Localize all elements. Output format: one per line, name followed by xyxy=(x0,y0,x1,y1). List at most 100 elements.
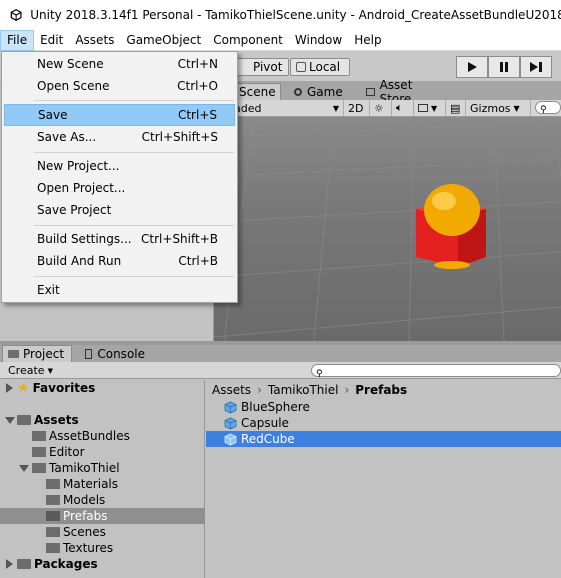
tree-item-textures[interactable]: Textures xyxy=(0,540,205,556)
breadcrumb: Assets › TamikoThiel › Prefabs xyxy=(212,382,407,398)
tree-item-scenes[interactable]: Scenes xyxy=(0,524,205,540)
tree-label-editor: Editor xyxy=(49,445,85,459)
tree-label-tamikothiel: TamikoThiel xyxy=(49,461,120,475)
step-button[interactable] xyxy=(520,56,552,78)
tree-item-editor[interactable]: Editor xyxy=(0,444,205,460)
local-button[interactable]: Local xyxy=(290,58,350,76)
tree-item-favorites[interactable]: ★ Favorites xyxy=(0,380,205,396)
menu-item-new-scene[interactable]: New Scene Ctrl+N xyxy=(4,53,235,75)
tree-item-assets[interactable]: Assets xyxy=(0,412,205,428)
effects-dropdown[interactable]: ▼ xyxy=(414,100,446,116)
breadcrumb-tamikothiel[interactable]: TamikoThiel xyxy=(268,383,339,397)
pause-button[interactable] xyxy=(488,56,520,78)
menu-file[interactable]: File xyxy=(0,29,35,51)
menu-item-exit[interactable]: Exit xyxy=(4,279,235,301)
chevron-right-icon[interactable] xyxy=(6,383,13,393)
tab-asset-store[interactable]: Asset Store xyxy=(360,78,450,106)
menu-item-save-project[interactable]: Save Project xyxy=(4,199,235,221)
search-icon: ⚲ xyxy=(316,369,323,379)
menu-item-build-and-run[interactable]: Build And Run Ctrl+B xyxy=(4,250,235,272)
chevron-down-icon[interactable] xyxy=(5,417,15,424)
scene-search-input[interactable]: ⚲ xyxy=(535,101,561,115)
tab-project[interactable]: Project xyxy=(2,345,72,362)
create-label: Create xyxy=(8,364,45,377)
scene-viewport[interactable] xyxy=(214,117,561,341)
tree-label-favorites: Favorites xyxy=(32,381,96,395)
chevron-right-icon: › xyxy=(257,383,262,397)
window-title: Unity 2018.3.14f1 Personal - TamikoThiel… xyxy=(30,8,561,22)
folder-icon xyxy=(8,350,19,358)
tree-item-packages[interactable]: Packages xyxy=(0,556,205,572)
breadcrumb-prefabs[interactable]: Prefabs xyxy=(355,383,407,397)
project-folder-tree: ★ Favorites Assets AssetBundles Editor T… xyxy=(0,380,205,578)
chevron-right-icon: › xyxy=(344,383,350,397)
menu-item-label: Exit xyxy=(37,283,60,297)
tree-label-packages: Packages xyxy=(34,557,98,571)
menu-item-save[interactable]: Save Ctrl+S xyxy=(4,104,235,126)
tree-label-textures: Textures xyxy=(63,541,114,555)
search-icon: ⚲ xyxy=(540,105,547,115)
menu-item-label: Build And Run xyxy=(37,254,122,268)
chevron-down-icon: ▼ xyxy=(47,366,53,375)
menu-item-build-settings[interactable]: Build Settings... Ctrl+Shift+B xyxy=(4,228,235,250)
lighting-toggle[interactable]: ☼ xyxy=(370,100,392,116)
folder-icon xyxy=(32,447,46,457)
menu-window[interactable]: Window xyxy=(289,30,348,51)
2d-toggle[interactable]: 2D xyxy=(344,100,370,116)
menu-separator xyxy=(34,225,234,226)
menu-item-open-scene[interactable]: Open Scene Ctrl+O xyxy=(4,75,235,97)
shading-mode-label: aded xyxy=(234,101,262,115)
tree-label-assets: Assets xyxy=(34,413,79,427)
chevron-right-icon[interactable] xyxy=(6,559,13,569)
star-icon: ★ xyxy=(17,380,30,396)
tree-item-models[interactable]: Models xyxy=(0,492,205,508)
folder-icon xyxy=(17,415,31,425)
scene-grid xyxy=(214,117,561,341)
list-item[interactable]: BlueSphere xyxy=(206,399,561,415)
menu-component[interactable]: Component xyxy=(207,30,289,51)
tab-console-label: Console xyxy=(97,346,145,361)
play-button[interactable] xyxy=(456,56,488,78)
menu-assets[interactable]: Assets xyxy=(69,30,120,51)
tree-item-prefabs[interactable]: Prefabs xyxy=(0,508,205,524)
menu-edit[interactable]: Edit xyxy=(34,30,69,51)
title-bar: Unity 2018.3.14f1 Personal - TamikoThiel… xyxy=(0,0,561,30)
menu-help[interactable]: Help xyxy=(348,30,387,51)
menu-item-shortcut: Ctrl+N xyxy=(177,57,218,71)
menu-gameobject[interactable]: GameObject xyxy=(120,30,207,51)
gizmos-dropdown[interactable]: Gizmos ▼ xyxy=(466,100,531,116)
prefab-cube-icon xyxy=(224,417,237,429)
folder-icon xyxy=(46,527,60,537)
folder-icon xyxy=(46,511,60,521)
asset-store-icon xyxy=(366,87,375,96)
menu-item-shortcut: Ctrl+O xyxy=(177,79,218,93)
project-search-input[interactable]: ⚲ xyxy=(311,364,561,379)
tab-console[interactable]: Console xyxy=(80,345,150,362)
menu-item-save-as[interactable]: Save As... Ctrl+Shift+S xyxy=(4,126,235,148)
list-item[interactable]: Capsule xyxy=(206,415,561,431)
create-dropdown[interactable]: Create ▼ xyxy=(8,363,53,378)
image-icon xyxy=(418,104,428,112)
list-item[interactable]: RedCube xyxy=(206,431,561,447)
breadcrumb-assets[interactable]: Assets xyxy=(212,383,251,397)
tab-game[interactable]: Game xyxy=(288,83,350,100)
tree-item-materials[interactable]: Materials xyxy=(0,476,205,492)
audio-toggle[interactable]: 🔈︎ xyxy=(392,100,414,116)
menu-item-new-project[interactable]: New Project... xyxy=(4,155,235,177)
menu-item-shortcut: Ctrl+Shift+S xyxy=(141,130,218,144)
tree-label-prefabs: Prefabs xyxy=(63,509,108,523)
tree-item-assetbundles[interactable]: AssetBundles xyxy=(0,428,205,444)
menu-item-shortcut: Ctrl+B xyxy=(178,254,218,268)
hidden-toggle[interactable]: ▤ xyxy=(446,100,466,116)
chevron-down-icon[interactable] xyxy=(19,465,29,472)
tree-item-tamikothiel[interactable]: TamikoThiel xyxy=(0,460,205,476)
menu-item-open-project[interactable]: Open Project... xyxy=(4,177,235,199)
console-icon xyxy=(85,348,93,359)
pivot-button[interactable]: Pivot xyxy=(234,58,289,76)
play-icon xyxy=(468,62,477,72)
file-name: BlueSphere xyxy=(241,400,310,414)
chevron-down-icon: ▼ xyxy=(332,103,339,113)
tab-scene-label: Scene xyxy=(239,85,276,99)
menu-item-label: Save Project xyxy=(37,203,112,217)
chevron-down-icon: ▼ xyxy=(513,103,520,113)
